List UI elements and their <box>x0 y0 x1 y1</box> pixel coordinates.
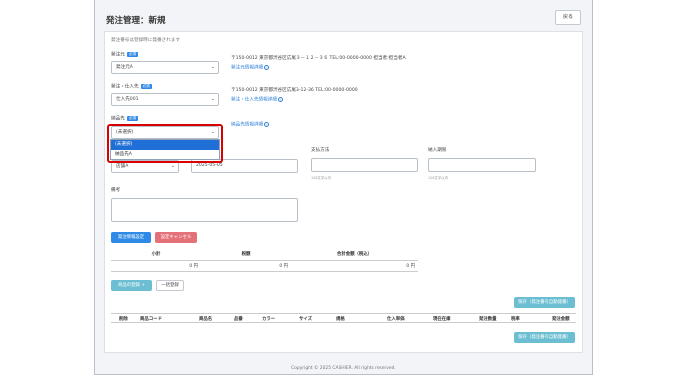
supplier-address: 〒150-0012 東京都渋谷区広尾3-12-36 TEL:00-0000-00… <box>231 88 358 93</box>
chevron-down-icon: ⌄ <box>210 64 215 70</box>
total-header: 合計金額（税込） <box>291 249 418 261</box>
dropdown-option[interactable]: 納品先A <box>111 150 219 160</box>
order-source-address: 〒150-0012 東京都渋谷区広尾３－１２－３６ TEL:00-0000-00… <box>231 56 406 61</box>
payment-input[interactable] <box>311 158 418 172</box>
chevron-circle-icon: › <box>264 65 270 70</box>
col-delete: 削除 <box>119 317 128 322</box>
tax-value: 0 円 <box>201 260 291 272</box>
delivery-dropdown-list: (未選択) 納品先A <box>110 139 220 160</box>
save-button-bottom[interactable]: 保存（発注番号自動発番） <box>514 332 575 343</box>
col-spec: 規格 <box>336 317 345 322</box>
product-table-header: 削除 商品コード 商品名 品番 カラー サイズ 規格 仕入単価 現在在庫 発注数… <box>111 313 576 323</box>
order-source-label: 発注元 必須 <box>111 51 138 58</box>
supplier-select[interactable]: 仕入先001 ⌄ <box>111 93 219 106</box>
col-amount: 発注金額 <box>552 317 570 322</box>
col-code: 商品コード <box>140 317 162 322</box>
required-badge: 必須 <box>126 115 138 121</box>
col-size: サイズ <box>299 317 313 322</box>
cancel-setting-button[interactable]: 設定キャンセル <box>155 232 197 243</box>
back-button[interactable]: 戻る <box>555 10 581 25</box>
deadline-label: 納入期限 <box>428 148 447 153</box>
order-number-note: 発注番号は登録時に発番されます <box>111 38 180 43</box>
payment-hint: 128文字以内 <box>311 176 332 180</box>
required-badge: 必須 <box>140 83 152 89</box>
page-title: 発注管理：新規 <box>106 16 166 26</box>
required-badge: 必須 <box>126 51 138 57</box>
chevron-circle-icon: › <box>277 97 283 102</box>
delivery-label: 納品先 必須 <box>111 115 138 122</box>
supplier-detail-link[interactable]: 発注・仕入先情報詳細 › <box>231 97 283 103</box>
order-source-detail-link[interactable]: 発注元情報詳細 › <box>231 65 270 71</box>
subtotal-header: 小計 <box>111 249 201 261</box>
col-stock: 現在在庫 <box>433 317 451 322</box>
deadline-hint: 128文字以内 <box>428 176 449 180</box>
chevron-down-icon: ⌄ <box>210 96 215 102</box>
dropdown-option[interactable]: (未選択) <box>111 140 219 150</box>
chevron-circle-icon: › <box>264 122 270 127</box>
total-value: 0 円 <box>291 260 418 272</box>
col-quantity: 発注数量 <box>479 317 497 322</box>
payment-label: 支払方法 <box>311 148 330 153</box>
remarks-textarea[interactable] <box>111 198 298 222</box>
subtotal-value: 0 円 <box>111 260 201 272</box>
col-color: カラー <box>262 317 276 322</box>
order-source-select[interactable]: 発注元A ⌄ <box>111 61 219 74</box>
summary-table: 小計 税額 合計金額（税込） 0 円 0 円 0 円 <box>111 249 418 272</box>
bulk-register-button[interactable]: 一括登録 <box>156 280 184 291</box>
plus-icon: + <box>141 283 146 288</box>
register-product-button[interactable]: 商品の登録 + <box>111 280 152 291</box>
supplier-label: 発注・仕入先 必須 <box>111 83 152 90</box>
footer-copyright: Copyright © 2025 CASHIER. All rights res… <box>291 366 396 371</box>
save-button-top[interactable]: 保存（発注番号自動発番） <box>514 297 575 308</box>
delivery-detail-link[interactable]: 納品先情報詳細 › <box>231 122 270 128</box>
col-name: 商品名 <box>199 317 213 322</box>
deadline-input[interactable] <box>428 158 536 172</box>
col-tax-rate: 税率 <box>511 317 520 322</box>
tax-header: 税額 <box>201 249 291 261</box>
col-unit-price: 仕入単価 <box>387 317 405 322</box>
set-order-info-button[interactable]: 発注情報設定 <box>111 232 151 243</box>
remarks-label: 備考 <box>111 188 121 193</box>
col-part-no: 品番 <box>234 317 243 322</box>
form-card <box>104 31 583 353</box>
